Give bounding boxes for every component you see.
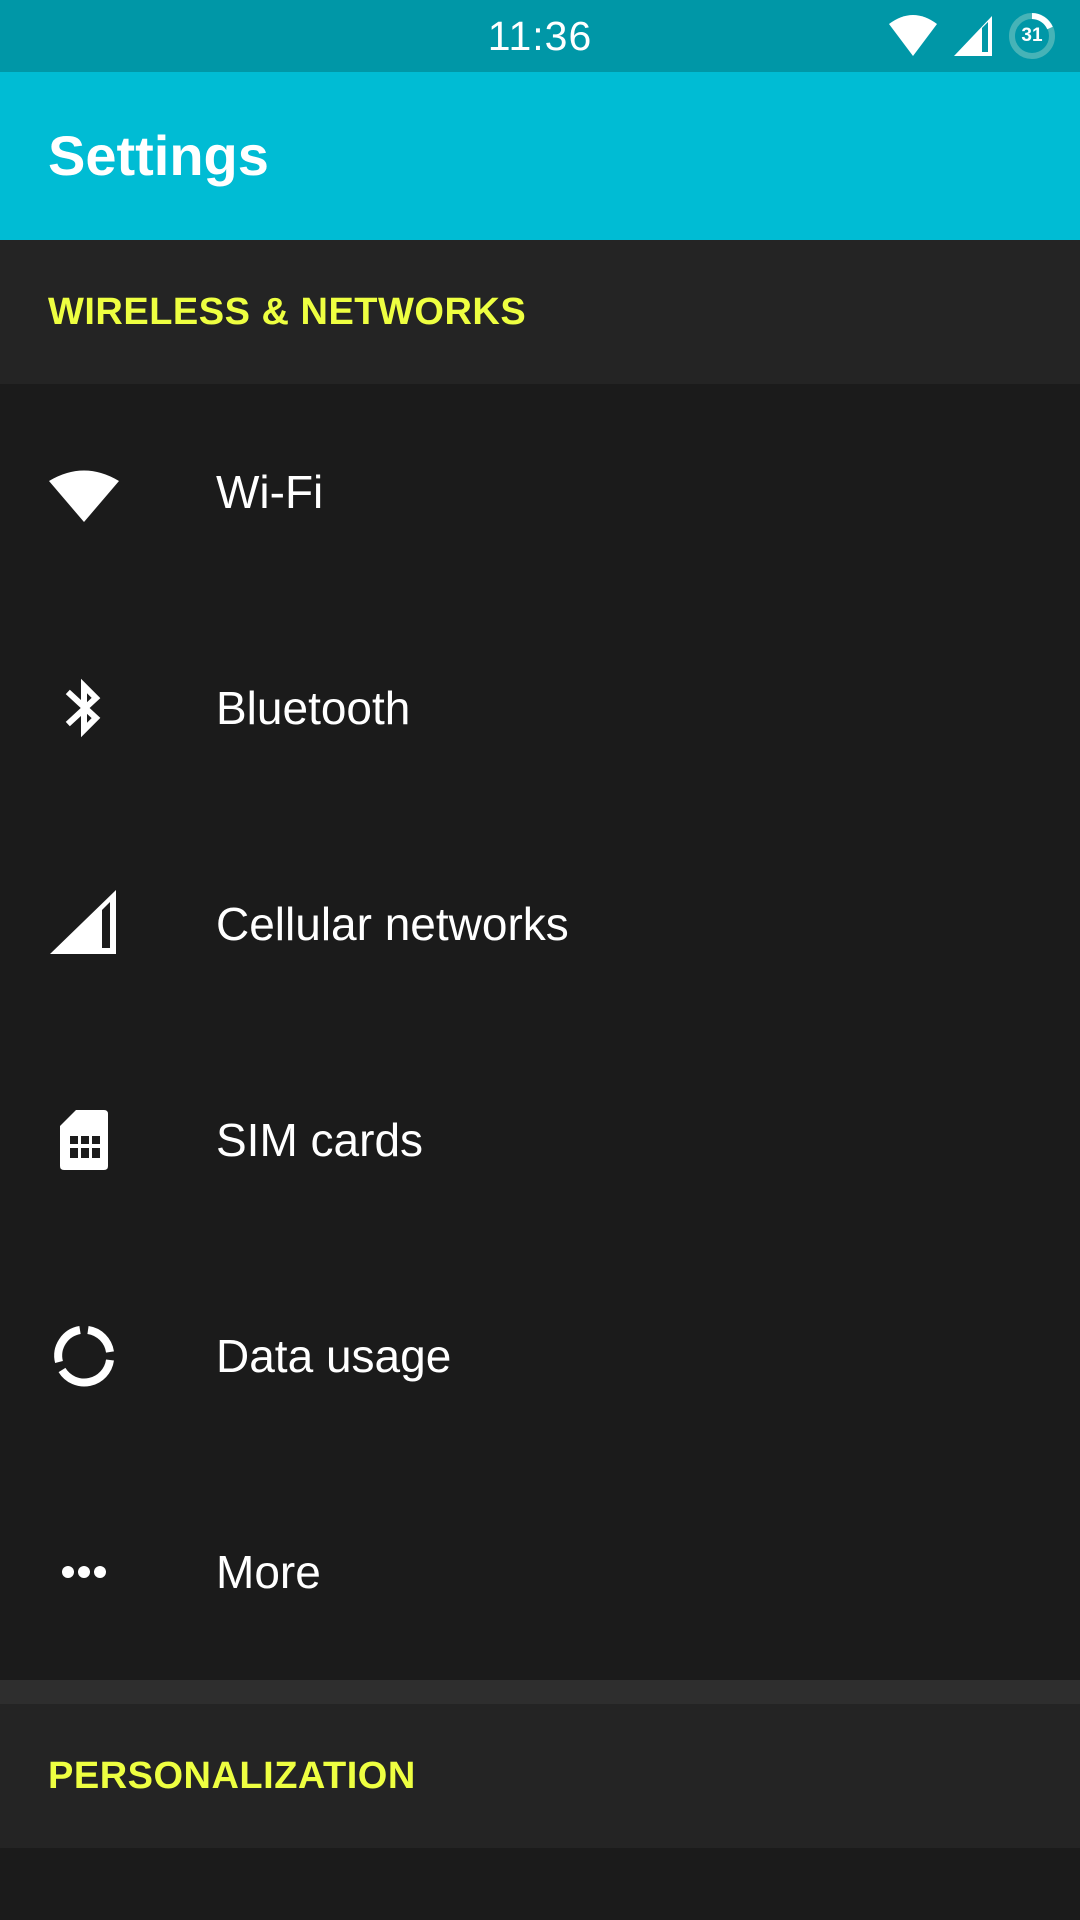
cellular-signal-icon bbox=[952, 14, 994, 58]
app-bar: Settings bbox=[0, 72, 1080, 240]
data-usage-icon bbox=[48, 1320, 120, 1392]
sim-card-icon bbox=[48, 1104, 120, 1176]
settings-item-label: SIM cards bbox=[216, 1114, 424, 1166]
more-dots-icon bbox=[48, 1536, 120, 1608]
section-header-wireless-networks: WIRELESS & NETWORKS bbox=[0, 240, 1080, 384]
settings-item-more[interactable]: More bbox=[0, 1464, 1080, 1680]
status-icons: 31 bbox=[888, 10, 1056, 62]
page-title: Settings bbox=[48, 124, 269, 187]
settings-item-cellular-networks[interactable]: Cellular networks bbox=[0, 816, 1080, 1032]
wifi-icon bbox=[888, 14, 938, 58]
settings-item-sim-cards[interactable]: SIM cards bbox=[0, 1032, 1080, 1248]
settings-item-label: Bluetooth bbox=[216, 682, 411, 734]
battery-icon: 31 bbox=[1008, 12, 1056, 60]
settings-list: Wi-Fi Bluetooth Cellular networks SIM ca… bbox=[0, 384, 1080, 1680]
settings-item-label: Wi-Fi bbox=[216, 466, 324, 518]
bluetooth-icon bbox=[48, 672, 120, 744]
settings-item-label: More bbox=[216, 1546, 321, 1598]
cellular-signal-icon bbox=[48, 888, 120, 960]
battery-level: 31 bbox=[1021, 25, 1043, 46]
status-bar: 11:36 31 bbox=[0, 0, 1080, 72]
section-title: PERSONALIZATION bbox=[48, 1755, 416, 1797]
settings-item-label: Cellular networks bbox=[216, 898, 569, 950]
wifi-icon bbox=[48, 456, 120, 528]
settings-item-label: Data usage bbox=[216, 1330, 452, 1382]
section-divider bbox=[0, 1680, 1080, 1704]
section-title: WIRELESS & NETWORKS bbox=[48, 291, 527, 333]
settings-item-bluetooth[interactable]: Bluetooth bbox=[0, 600, 1080, 816]
section-header-personalization: PERSONALIZATION bbox=[0, 1704, 1080, 1848]
settings-item-data-usage[interactable]: Data usage bbox=[0, 1248, 1080, 1464]
settings-item-wifi[interactable]: Wi-Fi bbox=[0, 384, 1080, 600]
settings-screen: 11:36 31 Settings WIRELESS & NETWORKS Wi… bbox=[0, 0, 1080, 1920]
